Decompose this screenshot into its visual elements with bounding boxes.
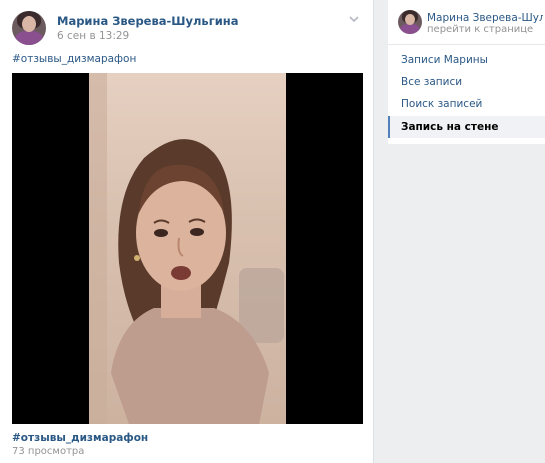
author-avatar[interactable] (12, 11, 46, 45)
menu-item-marina-posts[interactable]: Записи Марины (388, 49, 545, 71)
view-count: 73 просмотра (12, 446, 85, 457)
sidebar-header[interactable]: Марина Зверева-Шульгина перейти к страни… (388, 0, 545, 45)
video-title-link[interactable]: #отзывы_дизмарафон (12, 432, 148, 444)
goto-page-link[interactable]: перейти к странице (427, 24, 533, 35)
post-date[interactable]: 6 сен в 13:29 (57, 30, 129, 42)
sidebar-menu: Марина Зверева-Шульгина перейти к страни… (388, 0, 545, 144)
hashtag-link[interactable]: #отзывы_дизмарафон (12, 53, 136, 65)
sidebar-author-name[interactable]: Марина Зверева-Шульгина (427, 12, 543, 24)
video-frame (89, 73, 286, 424)
video-thumbnail (89, 73, 284, 424)
menu-item-search-posts[interactable]: Поиск записей (388, 93, 545, 115)
sidebar-avatar[interactable] (398, 10, 422, 34)
wall-post: Марина Зверева-Шульгина 6 сен в 13:29 #о… (0, 0, 374, 463)
chevron-down-icon[interactable] (348, 14, 360, 24)
menu-item-wall-post[interactable]: Запись на стене (388, 116, 545, 138)
author-name[interactable]: Марина Зверева-Шульгина (57, 14, 238, 28)
menu-item-all-posts[interactable]: Все записи (388, 71, 545, 93)
video-player[interactable] (12, 73, 363, 424)
